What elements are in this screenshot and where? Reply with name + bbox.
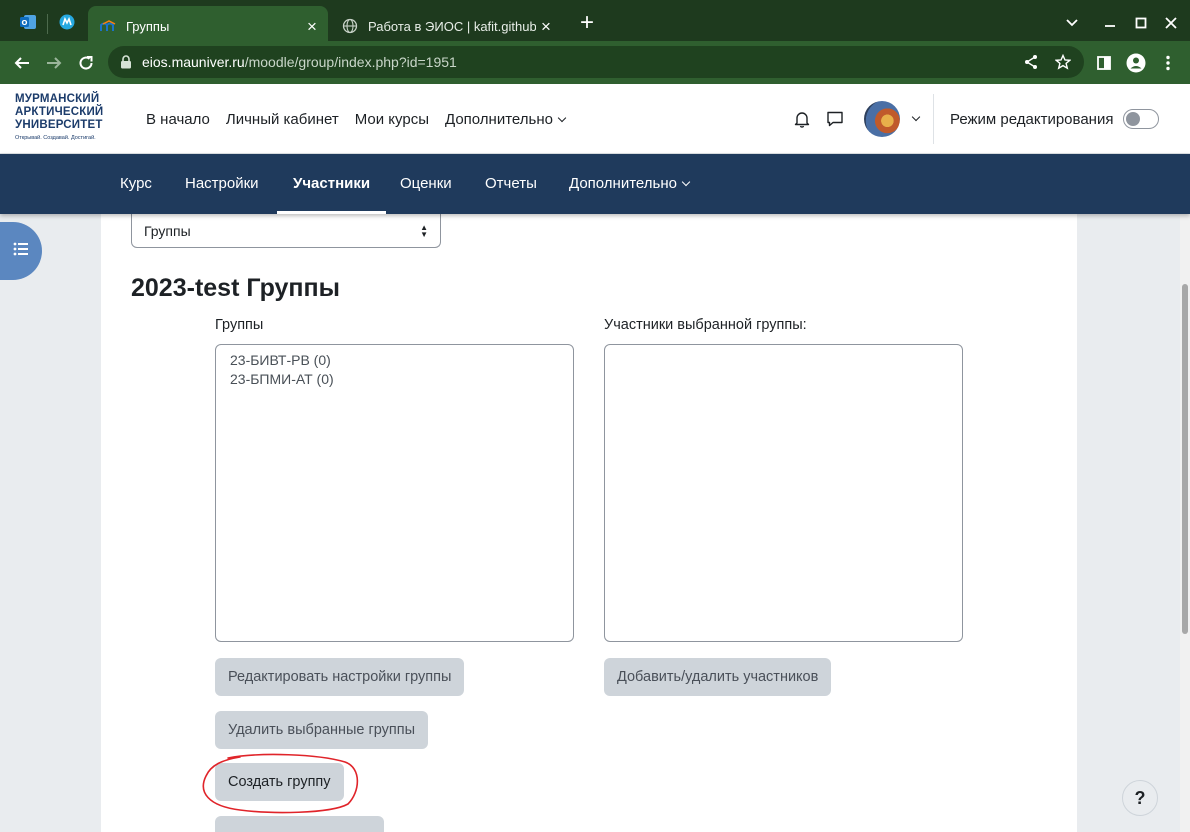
more-vertical-icon[interactable] — [1154, 49, 1182, 77]
close-window-icon[interactable] — [1157, 10, 1185, 36]
tab-reports[interactable]: Отчеты — [469, 154, 553, 214]
profile-icon[interactable] — [1122, 49, 1150, 77]
course-index-toggle[interactable] — [0, 222, 42, 280]
edit-mode-label: Режим редактирования — [950, 110, 1114, 128]
tab-course[interactable]: Курс — [104, 154, 168, 214]
nav-my-courses[interactable]: Мои курсы — [347, 111, 437, 128]
tab-search-chevron-icon[interactable] — [1058, 10, 1086, 36]
svg-text:O: O — [22, 19, 28, 27]
auto-create-groups-button[interactable] — [215, 816, 384, 832]
list-icon — [13, 242, 29, 261]
primary-navigation: В начало Личный кабинет Мои курсы Дополн… — [138, 84, 573, 154]
page-scrollbar[interactable] — [1180, 214, 1190, 832]
header-divider — [933, 94, 934, 144]
nav-home[interactable]: В начало — [138, 111, 218, 128]
university-logo[interactable]: МУРМАНСКИЙ АРКТИЧЕСКИЙ УНИВЕРСИТЕТ Откры… — [15, 93, 115, 141]
scrollbar-thumb[interactable] — [1182, 284, 1188, 634]
site-header: МУРМАНСКИЙ АРКТИЧЕСКИЙ УНИВЕРСИТЕТ Откры… — [0, 84, 1190, 154]
groups-listbox[interactable]: 23-БИВТ-РВ (0) 23-БПМИ-АТ (0) — [215, 344, 574, 642]
select-arrows-icon: ▲ ▼ — [420, 222, 428, 239]
close-tab-icon[interactable]: × — [302, 16, 322, 36]
group-option[interactable]: 23-БПМИ-АТ (0) — [230, 370, 559, 389]
pinned-tab-app[interactable] — [50, 8, 84, 40]
plus-icon[interactable]: + — [574, 11, 600, 37]
tab-groups[interactable]: Группы × — [88, 6, 328, 46]
tab-eios-work[interactable]: Работа в ЭИОС | kafit.github.io × — [330, 6, 562, 46]
side-panel-icon[interactable] — [1090, 49, 1118, 77]
chevron-down-icon — [681, 177, 691, 187]
bell-icon[interactable] — [791, 108, 813, 130]
red-annotation-circle — [202, 753, 359, 814]
reload-icon[interactable] — [72, 49, 100, 77]
tab-grades[interactable]: Оценки — [384, 154, 468, 214]
chevron-down-icon — [557, 113, 567, 122]
delete-selected-groups-button[interactable]: Удалить выбранные группы — [215, 711, 429, 749]
tab-participants[interactable]: Участники — [277, 154, 387, 214]
share-icon[interactable] — [1017, 48, 1045, 76]
tab-more[interactable]: Дополнительно — [553, 154, 705, 214]
toggle-knob — [1126, 112, 1141, 126]
page-title: 2023-test Группы — [131, 274, 340, 302]
messages-icon[interactable] — [824, 108, 846, 130]
select-value: Группы — [144, 222, 191, 239]
nav-dashboard[interactable]: Личный кабинет — [218, 111, 347, 128]
add-remove-users-button[interactable]: Добавить/удалить участников — [604, 658, 832, 696]
members-listbox[interactable] — [604, 344, 963, 642]
lock-icon — [120, 54, 134, 70]
moodle-favicon-icon — [100, 18, 116, 34]
nav-more[interactable]: Дополнительно — [437, 111, 573, 128]
tab-title: Группы — [126, 18, 170, 34]
groups-view-select[interactable]: Группы ▲ ▼ — [131, 214, 441, 248]
members-list-label: Участники выбранной группы: — [604, 317, 807, 333]
pinned-tab-outlook[interactable]: O — [11, 8, 45, 40]
outlook-icon: O — [19, 14, 37, 35]
user-menu-chevron-icon[interactable] — [911, 112, 921, 122]
close-tab-icon[interactable]: × — [536, 16, 556, 36]
browser-toolbar: eios.mauniver.ru/moodle/group/index.php?… — [0, 41, 1190, 84]
forward-arrow-icon[interactable] — [40, 49, 68, 77]
maximize-icon[interactable] — [1127, 10, 1155, 36]
app-icon — [59, 14, 75, 35]
tab-title: Работа в ЭИОС | kafit.github.io — [368, 18, 536, 34]
minimize-icon[interactable] — [1096, 10, 1124, 36]
user-avatar[interactable] — [864, 101, 900, 137]
tab-settings[interactable]: Настройки — [169, 154, 275, 214]
globe-icon — [342, 18, 358, 34]
url-text: eios.mauniver.ru/moodle/group/index.php?… — [142, 54, 457, 70]
bookmark-star-icon[interactable] — [1049, 48, 1077, 76]
groups-list-label: Группы — [215, 317, 264, 333]
edit-mode-toggle[interactable] — [1123, 109, 1160, 129]
course-navigation: Курс Настройки Участники Оценки Отчеты Д… — [0, 154, 1190, 214]
group-option[interactable]: 23-БИВТ-РВ (0) — [230, 351, 559, 370]
back-arrow-icon[interactable] — [8, 49, 36, 77]
tab-separator — [47, 14, 48, 34]
edit-mode-control: Режим редактирования — [950, 84, 1160, 154]
address-bar[interactable]: eios.mauniver.ru/moodle/group/index.php?… — [108, 46, 1084, 78]
edit-group-settings-button[interactable]: Редактировать настройки группы — [215, 658, 465, 696]
browser-tab-strip: O Группы × Работа в ЭИОС | kafit.github.… — [0, 0, 1190, 46]
help-button[interactable]: ? — [1122, 780, 1158, 816]
